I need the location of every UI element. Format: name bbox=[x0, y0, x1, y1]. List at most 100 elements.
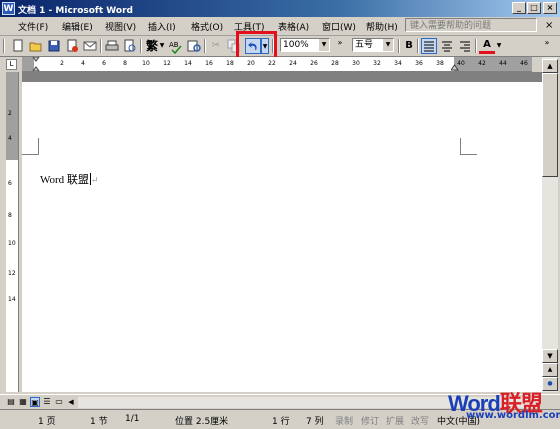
menu-window[interactable]: 窗口(W) bbox=[322, 20, 356, 33]
scroll-left-button[interactable]: ◀ bbox=[66, 397, 76, 407]
align-right-icon[interactable] bbox=[457, 38, 473, 54]
scroll-down-button[interactable]: ▼ bbox=[542, 349, 558, 363]
ruler-tick-label: 22 bbox=[268, 60, 276, 67]
ruler-tick-label: 30 bbox=[352, 60, 360, 67]
zoom-value: 100% bbox=[283, 40, 309, 50]
font-size-value: 五号 bbox=[355, 40, 374, 50]
open-folder-icon[interactable] bbox=[28, 38, 44, 54]
ruler-tick-label: 18 bbox=[226, 60, 234, 67]
menu-table[interactable]: 表格(A) bbox=[278, 20, 309, 33]
tab-stop-icon[interactable]: L bbox=[6, 59, 17, 70]
title-bar: W 文档 1 - Microsoft Word _ □ × bbox=[0, 0, 560, 17]
new-document-icon[interactable] bbox=[10, 38, 26, 54]
toolbar-separator bbox=[204, 39, 206, 53]
research-icon[interactable] bbox=[186, 38, 202, 54]
zoom-dropdown-icon[interactable]: ▼ bbox=[319, 39, 329, 51]
toolbar-separator bbox=[417, 39, 419, 53]
right-indent-marker-icon[interactable] bbox=[451, 62, 459, 71]
help-search-input[interactable]: 键入需要帮助的问题 bbox=[405, 18, 537, 32]
status-extend[interactable]: 扩展 bbox=[386, 414, 404, 427]
toolbar-options-icon-right[interactable]: » bbox=[543, 38, 551, 54]
cut-icon[interactable]: ✂ bbox=[208, 38, 224, 54]
reading-view-icon[interactable]: ▭ bbox=[54, 397, 64, 407]
watermark-url: www.wordlm.com bbox=[466, 410, 560, 421]
bold-button[interactable]: B bbox=[401, 38, 417, 54]
ruler-tick-label: 2 bbox=[8, 110, 12, 117]
vertical-ruler[interactable]: 2 4 6 8 10 12 14 bbox=[6, 72, 19, 392]
ruler-tick-label: 2 bbox=[60, 60, 64, 67]
status-position: 位置 2.5厘米 bbox=[175, 417, 229, 427]
toolbar-separator bbox=[475, 39, 477, 53]
close-window-button[interactable]: × bbox=[543, 2, 557, 14]
spelling-icon[interactable]: AB bbox=[168, 38, 184, 55]
ruler-tick-label: 8 bbox=[123, 60, 127, 67]
horizontal-ruler[interactable]: 2 4 6 8 10 12 14 16 18 20 22 24 26 28 30 32 34 36 38 40 42 44… bbox=[22, 57, 532, 72]
status-page: 1 页 bbox=[38, 417, 56, 427]
svg-text:AB: AB bbox=[169, 41, 179, 49]
menu-format[interactable]: 格式(O) bbox=[191, 20, 223, 33]
window-title: 文档 1 - Microsoft Word bbox=[18, 6, 133, 16]
toolbar-separator bbox=[100, 39, 102, 53]
maximize-button[interactable]: □ bbox=[527, 2, 541, 14]
justify-icon[interactable] bbox=[421, 38, 437, 54]
document-page[interactable]: Word 联盟 ↵ bbox=[22, 82, 542, 392]
scroll-thumb[interactable] bbox=[542, 73, 558, 177]
traditional-dropdown-icon[interactable]: ▼ bbox=[158, 38, 166, 54]
zoom-select[interactable]: 100% ▼ bbox=[280, 38, 330, 52]
previous-page-button[interactable]: ▲ bbox=[542, 363, 558, 377]
status-column: 7 列 bbox=[306, 417, 324, 427]
menu-help[interactable]: 帮助(H) bbox=[366, 20, 398, 33]
tab-selector[interactable]: L bbox=[0, 57, 22, 71]
ruler-tick-label: 14 bbox=[184, 60, 192, 67]
menu-view[interactable]: 视图(V) bbox=[105, 20, 136, 33]
word-app-icon[interactable]: W bbox=[2, 2, 15, 15]
status-line: 1 行 bbox=[272, 417, 290, 427]
ruler-tick-label: 8 bbox=[8, 212, 12, 219]
menu-insert[interactable]: 插入(I) bbox=[148, 20, 176, 33]
scroll-up-button[interactable]: ▲ bbox=[542, 59, 558, 73]
toolbar-options-icon[interactable]: » bbox=[336, 38, 344, 54]
menu-edit[interactable]: 编辑(E) bbox=[62, 20, 93, 33]
font-color-dropdown-icon[interactable]: ▼ bbox=[495, 38, 503, 54]
permission-icon[interactable] bbox=[64, 38, 80, 54]
font-size-dropdown-icon[interactable]: ▼ bbox=[383, 39, 393, 51]
toolbar-separator bbox=[398, 39, 400, 53]
status-section: 1 节 bbox=[90, 417, 108, 427]
minimize-button[interactable]: _ bbox=[512, 2, 526, 14]
font-color-button[interactable]: A bbox=[479, 38, 495, 54]
menu-file[interactable]: 文件(F) bbox=[18, 20, 48, 33]
status-overtype[interactable]: 改写 bbox=[411, 414, 429, 427]
ruler-tick-label: 10 bbox=[8, 240, 16, 247]
normal-view-icon[interactable]: ▤ bbox=[6, 397, 16, 407]
document-area[interactable]: Word 联盟 ↵ bbox=[22, 72, 542, 392]
print-layout-view-icon[interactable]: ▣ bbox=[30, 397, 40, 407]
ruler-tick-label: 12 bbox=[8, 270, 16, 277]
ruler-tick-label: 38 bbox=[436, 60, 444, 67]
ruler-tick-label: 26 bbox=[310, 60, 318, 67]
outline-view-icon[interactable]: ☰ bbox=[42, 397, 52, 407]
margin-corner-left bbox=[22, 138, 39, 155]
ruler-tick-label: 28 bbox=[331, 60, 339, 67]
print-icon[interactable] bbox=[104, 38, 120, 54]
document-text[interactable]: Word 联盟 ↵ bbox=[40, 171, 98, 187]
status-record[interactable]: 录制 bbox=[335, 414, 353, 427]
toolbar-grip[interactable] bbox=[3, 39, 5, 53]
ruler-tick-label: 44 bbox=[499, 60, 507, 67]
web-view-icon[interactable]: ▦ bbox=[18, 397, 28, 407]
indent-marker-icon[interactable] bbox=[32, 57, 42, 71]
font-size-select[interactable]: 五号 ▼ bbox=[352, 38, 394, 52]
ruler-tick-label: 10 bbox=[142, 60, 150, 67]
save-icon[interactable] bbox=[46, 38, 62, 54]
align-center-icon[interactable] bbox=[439, 38, 455, 54]
ruler-tick-label: 34 bbox=[394, 60, 402, 67]
email-icon[interactable] bbox=[82, 38, 98, 54]
status-track-changes[interactable]: 修订 bbox=[361, 414, 379, 427]
ruler-tick-label: 46 bbox=[520, 60, 528, 67]
page-top-shadow bbox=[22, 72, 542, 82]
select-browse-object-button[interactable]: ● bbox=[542, 377, 558, 391]
margin-corner-right bbox=[460, 138, 477, 155]
document-text-content: Word 联盟 bbox=[40, 174, 89, 186]
vertical-scrollbar[interactable]: ▲ ▼ ▲ ● bbox=[542, 57, 558, 392]
close-document-icon[interactable]: × bbox=[545, 20, 553, 31]
print-preview-icon[interactable] bbox=[122, 38, 138, 54]
